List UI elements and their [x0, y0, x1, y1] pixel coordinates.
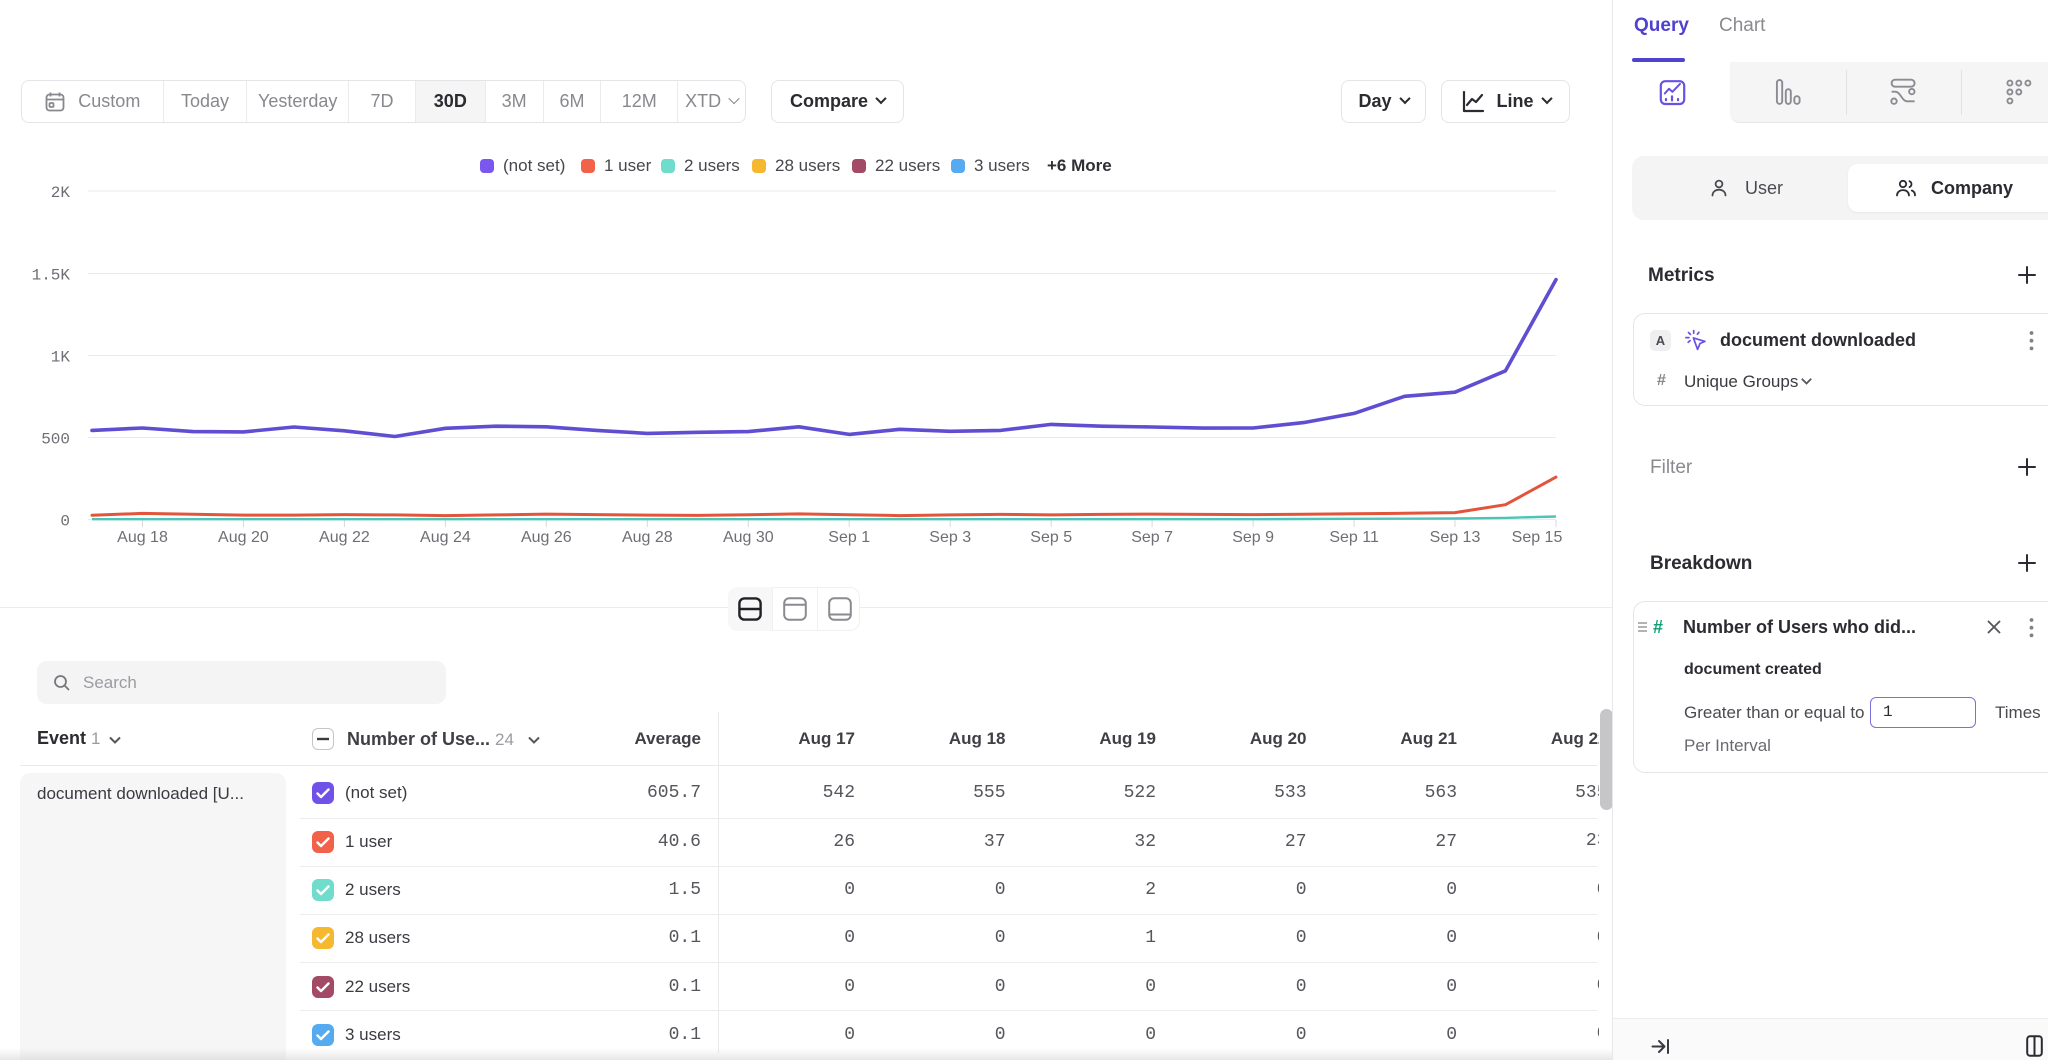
- svg-text:Aug 28: Aug 28: [622, 529, 673, 546]
- svg-text:Aug 24: Aug 24: [420, 529, 471, 546]
- svg-text:Sep 3: Sep 3: [929, 529, 971, 546]
- svg-text:Aug 30: Aug 30: [723, 529, 774, 546]
- svg-text:500: 500: [41, 431, 70, 449]
- svg-text:1K: 1K: [51, 349, 71, 367]
- svg-text:Sep 7: Sep 7: [1131, 529, 1173, 546]
- svg-text:Aug 26: Aug 26: [521, 529, 572, 546]
- svg-text:Sep 11: Sep 11: [1329, 529, 1379, 546]
- svg-text:Sep 5: Sep 5: [1030, 529, 1072, 546]
- svg-text:Aug 20: Aug 20: [218, 529, 269, 546]
- svg-text:Aug 22: Aug 22: [319, 529, 370, 546]
- svg-text:0: 0: [60, 513, 70, 531]
- svg-text:Sep 9: Sep 9: [1232, 529, 1274, 546]
- svg-text:Aug 18: Aug 18: [117, 529, 168, 546]
- svg-text:1.5K: 1.5K: [32, 267, 71, 285]
- svg-text:Sep 13: Sep 13: [1430, 529, 1481, 546]
- svg-text:Sep 15: Sep 15: [1512, 529, 1563, 546]
- svg-text:2K: 2K: [51, 184, 71, 202]
- svg-text:Sep 1: Sep 1: [828, 529, 870, 546]
